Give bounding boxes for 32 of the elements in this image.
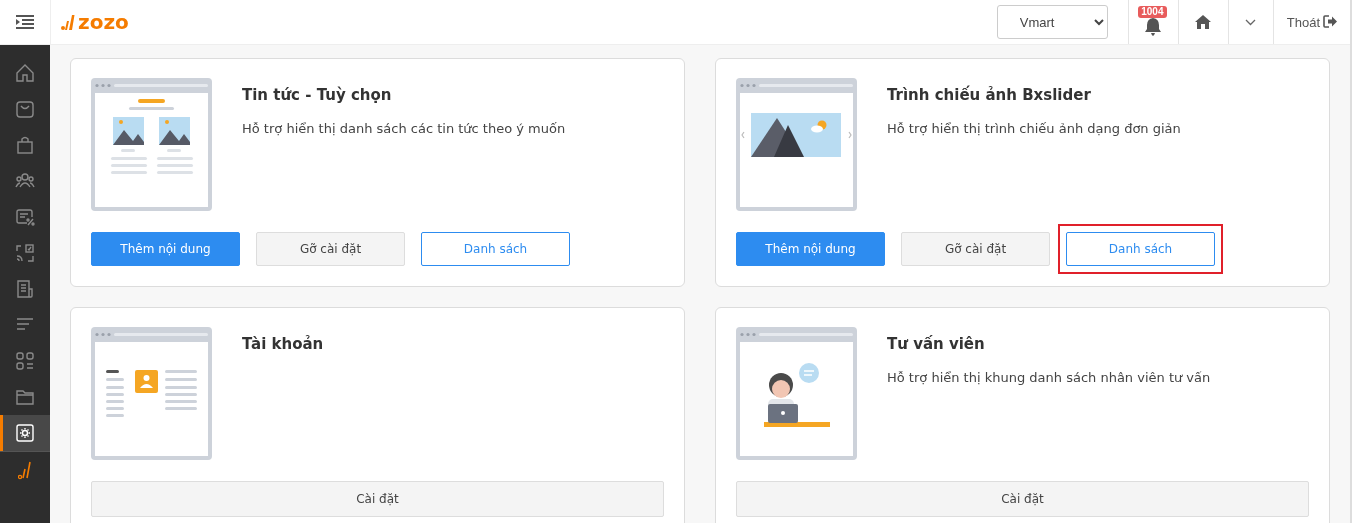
sidebar-item[interactable] [0,415,50,451]
logout-icon [1323,15,1338,28]
shopping-icon [15,135,35,155]
store-select[interactable]: Vmart [996,5,1108,39]
module-title: Trình chiếu ảnh Bxslider [887,86,1092,104]
chevron-down-icon[interactable] [1245,18,1257,26]
folder-icon [15,387,35,407]
home-icon [15,63,35,83]
notification-badge: 1004 [1138,6,1167,18]
module-description: Hỗ trợ hiển thị khung danh sách nhân viên tư vấn [887,370,1211,385]
logo-icon[interactable] [61,13,75,31]
document-icon [15,279,35,299]
uninstall-button[interactable]: Gỡ cài đặt [901,232,1050,266]
cast-icon [15,243,35,263]
discount-icon [15,207,35,227]
uninstall-button[interactable]: Gỡ cài đặt [256,232,405,266]
install-button[interactable]: Cài đặt [736,481,1309,517]
module-description: Hỗ trợ hiển thị danh sách các tin tức theo ý muốn [242,121,566,136]
settings-icon [15,423,35,443]
logo-icon [18,460,32,480]
module-title: Tin tức - Tuỳ chọn [242,86,393,104]
module-title: Tài khoản [242,335,324,353]
install-button[interactable]: Cài đặt [91,481,664,517]
home-icon[interactable] [1195,15,1212,29]
module-description: Hỗ trợ hiển thị trình chiếu ảnh dạng đơn giản [887,121,1181,136]
bag-icon [15,99,35,119]
grid-icon [15,351,35,371]
module-title: Tư vấn viên [887,335,986,353]
bell-icon [1144,16,1163,36]
list-button[interactable]: Danh sách [421,232,570,266]
list-button[interactable]: Danh sách [1066,232,1215,266]
menu-icon[interactable] [16,15,34,29]
